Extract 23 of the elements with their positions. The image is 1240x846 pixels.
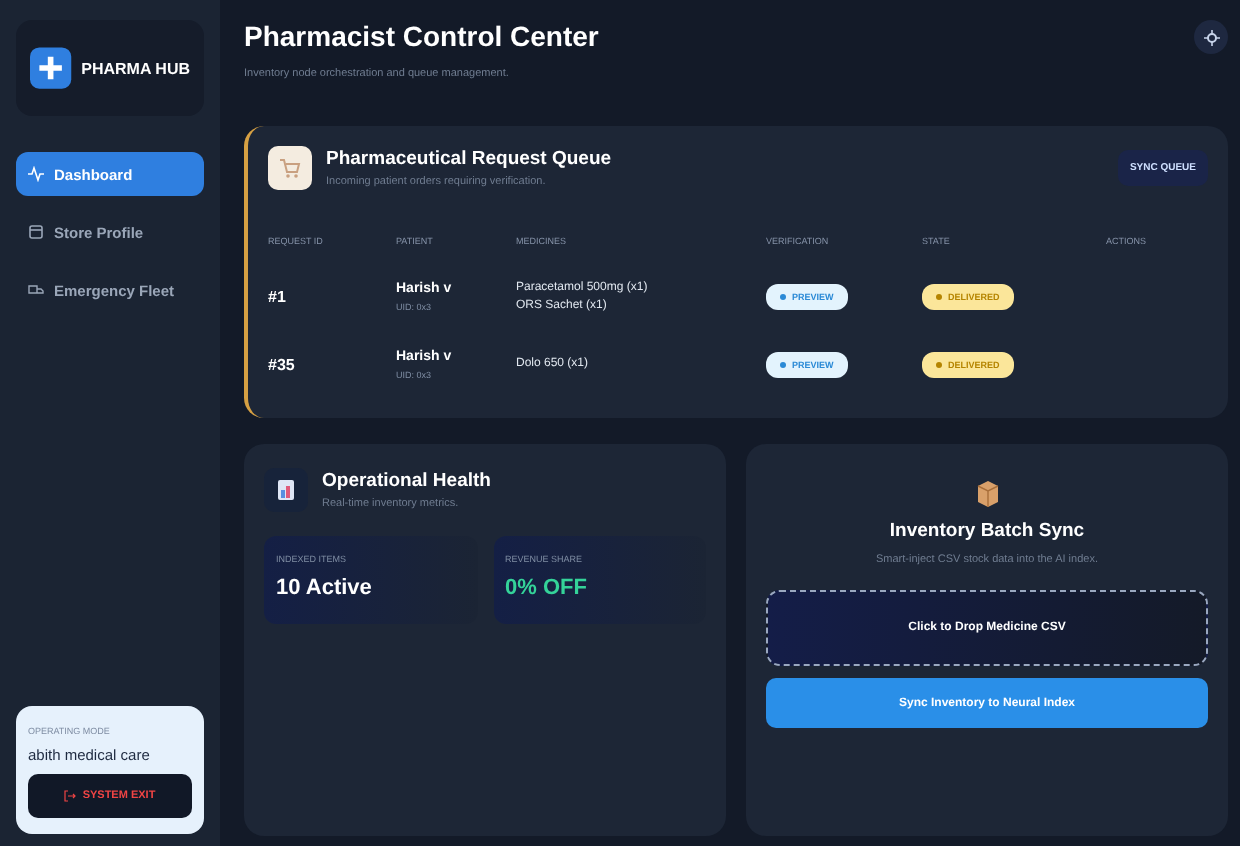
- metric-value: 10 Active: [276, 576, 374, 600]
- exit-icon: [64, 790, 77, 802]
- truck-icon: [28, 282, 44, 298]
- dot-icon: [936, 361, 942, 367]
- settings-icon: [1203, 29, 1219, 45]
- brand-name: PHARMA HUB: [81, 59, 190, 77]
- settings-button[interactable]: [1194, 20, 1228, 54]
- page-title: Pharmacist Control Center: [244, 20, 599, 52]
- batch-title: Inventory Batch Sync: [889, 520, 1085, 542]
- metric-value: 0% OFF: [505, 576, 589, 600]
- dot-icon: [936, 293, 942, 299]
- package-icon: [975, 480, 999, 508]
- dot-icon: [780, 293, 786, 299]
- chart-icon: [264, 468, 308, 512]
- pulse-icon: [28, 166, 44, 182]
- health-title: Operational Health: [322, 470, 491, 492]
- queue-title: Pharmaceutical Request Queue: [326, 148, 612, 170]
- cart-icon: [268, 146, 312, 190]
- store-icon: [28, 224, 44, 240]
- dot-icon: [780, 361, 786, 367]
- request-id: #35: [268, 355, 297, 373]
- request-id: #1: [268, 287, 288, 305]
- plus-logo-icon: [30, 46, 72, 90]
